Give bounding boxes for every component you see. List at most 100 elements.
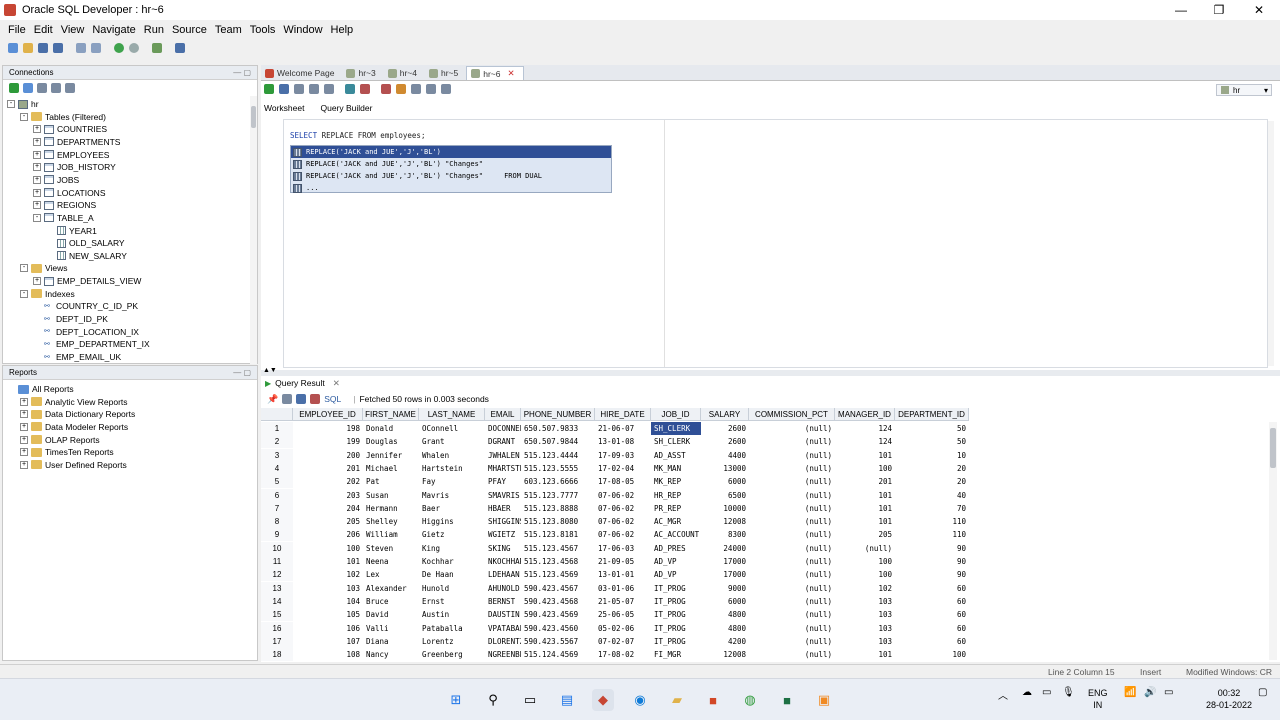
menu-file[interactable]: File	[4, 24, 30, 36]
expand-icon[interactable]: +	[33, 163, 41, 172]
battery-icon[interactable]: ▭	[1164, 687, 1173, 698]
grid-cell[interactable]: 90	[895, 555, 969, 568]
panel-controls-icon[interactable]: — ▢	[233, 68, 251, 77]
grid-cell[interactable]: (null)	[749, 515, 835, 528]
expand-icon[interactable]: +	[20, 435, 28, 444]
grid-cell[interactable]: DLORENTZ	[485, 635, 521, 648]
grid-cell[interactable]: 17-08-02	[595, 648, 651, 661]
menu-tools[interactable]: Tools	[246, 24, 280, 36]
grid-cell[interactable]: 07-06-02	[595, 515, 651, 528]
grid-cell[interactable]: 201	[293, 462, 363, 475]
tab-worksheet[interactable]: Worksheet	[264, 103, 304, 117]
grid-cell[interactable]: (null)	[749, 622, 835, 635]
collapse-icon[interactable]: -	[33, 213, 41, 222]
grid-cell[interactable]: SH_CLERK	[651, 435, 701, 448]
grid-cell[interactable]: 24000	[701, 542, 749, 555]
grid-cell[interactable]: 205	[835, 528, 895, 541]
grid-cell[interactable]: 103	[835, 635, 895, 648]
grid-cell[interactable]: Fay	[419, 475, 485, 488]
database-icon[interactable]	[175, 43, 185, 53]
expand-icon[interactable]: +	[20, 448, 28, 457]
grid-cell[interactable]: 03-01-06	[595, 582, 651, 595]
grid-cell[interactable]: Donald	[363, 422, 419, 435]
grid-cell[interactable]: 650.507.9844	[521, 435, 595, 448]
grid-cell[interactable]: AC_MGR	[651, 515, 701, 528]
grid-cell[interactable]: (null)	[749, 608, 835, 621]
grid-cell[interactable]: 90	[895, 542, 969, 555]
tree-item-job-history[interactable]: + JOB_HISTORY	[33, 161, 116, 173]
expand-icon[interactable]: +	[33, 150, 41, 159]
clear-icon[interactable]	[360, 84, 370, 94]
rollback-icon[interactable]	[309, 84, 319, 94]
grid-cell[interactable]: 17000	[701, 555, 749, 568]
grid-cell[interactable]: AD_VP	[651, 568, 701, 581]
grid-cell[interactable]: (null)	[749, 635, 835, 648]
grid-cell[interactable]: 07-02-07	[595, 635, 651, 648]
sql-worksheet-icon[interactable]	[152, 43, 162, 53]
autocomplete-item[interactable]: ...	[291, 182, 611, 194]
sql-developer-taskbar-icon[interactable]: ◆	[592, 689, 614, 711]
close-tab-icon[interactable]: ✕	[333, 378, 340, 389]
grid-cell[interactable]: 4800	[701, 622, 749, 635]
row-number[interactable]: 9	[261, 528, 293, 542]
tab-hr-4[interactable]: hr~4	[384, 66, 425, 80]
grid-cell[interactable]: 90	[895, 568, 969, 581]
language-indicator[interactable]: ENG IN	[1088, 687, 1108, 711]
column-header-salary[interactable]: SALARY	[701, 408, 749, 421]
grid-cell[interactable]: AC_ACCOUNT	[651, 528, 701, 541]
grid-cell[interactable]: FI_MGR	[651, 648, 701, 661]
grid-cell[interactable]: 100	[895, 648, 969, 661]
grid-cell[interactable]: Mavris	[419, 489, 485, 502]
grid-cell[interactable]: 60	[895, 608, 969, 621]
grid-cell[interactable]: (null)	[749, 648, 835, 661]
row-number[interactable]: 12	[261, 568, 293, 582]
run-script-icon[interactable]	[279, 84, 289, 94]
grid-cell[interactable]: 12008	[701, 648, 749, 661]
grid-cell[interactable]: 2600	[701, 435, 749, 448]
close-button[interactable]: ✕	[1240, 0, 1278, 20]
grid-cell[interactable]: Lex	[363, 568, 419, 581]
autocomplete-item[interactable]: REPLACE('JACK and JUE','J','BL')	[291, 146, 611, 158]
grid-cell[interactable]: 4800	[701, 608, 749, 621]
grid-cell[interactable]: 102	[293, 568, 363, 581]
tree-item-olap-reports[interactable]: + OLAP Reports	[20, 434, 100, 446]
tree-item-emp-department-ix[interactable]: ⚯ EMP_DEPARTMENT_IX	[33, 338, 150, 350]
grid-cell[interactable]: Higgins	[419, 515, 485, 528]
grid-cell[interactable]: 515.123.5555	[521, 462, 595, 475]
tab-query-builder[interactable]: Query Builder	[320, 103, 372, 117]
grid-cell[interactable]: (null)	[749, 568, 835, 581]
pin-icon[interactable]: 📌	[267, 394, 278, 405]
grid-cell[interactable]: 60	[895, 595, 969, 608]
grid-cell[interactable]: 104	[293, 595, 363, 608]
grid-cell[interactable]: 100	[835, 462, 895, 475]
start-icon[interactable]: ⊞	[445, 689, 467, 711]
tab-hr-5[interactable]: hr~5	[425, 66, 466, 80]
grid-cell[interactable]: Susan	[363, 489, 419, 502]
row-number[interactable]: 16	[261, 621, 293, 635]
grid-cell[interactable]: 590.423.4560	[521, 622, 595, 635]
grid-cell[interactable]: Pat	[363, 475, 419, 488]
save-icon[interactable]	[38, 43, 48, 53]
expand-icon[interactable]: +	[20, 460, 28, 469]
grid-cell[interactable]: (null)	[749, 542, 835, 555]
row-number[interactable]: 7	[261, 501, 293, 515]
row-number[interactable]: 13	[261, 581, 293, 595]
row-number[interactable]: 15	[261, 608, 293, 622]
grid-cell[interactable]: 17-06-03	[595, 542, 651, 555]
grid-cell[interactable]: 21-09-05	[595, 555, 651, 568]
expand-icon[interactable]: +	[20, 410, 28, 419]
microphone-icon[interactable]: 🎙	[1062, 687, 1075, 698]
minimize-button[interactable]: —	[1162, 0, 1200, 20]
grid-cell[interactable]: 07-06-02	[595, 502, 651, 515]
grid-cell[interactable]: (null)	[749, 422, 835, 435]
tree-item-views[interactable]: - Views	[20, 262, 68, 274]
grid-cell[interactable]: 13000	[701, 462, 749, 475]
tree-item-emp-email-uk[interactable]: ⚯ EMP_EMAIL_UK	[33, 351, 121, 363]
tree-item-timesten-reports[interactable]: + TimesTen Reports	[20, 446, 114, 458]
grid-cell[interactable]: Grant	[419, 435, 485, 448]
grid-cell[interactable]: DOCONNEL	[485, 422, 521, 435]
expand-icon[interactable]: +	[33, 188, 41, 197]
menu-edit[interactable]: Edit	[30, 24, 57, 36]
edge-icon[interactable]: ◉	[629, 689, 651, 711]
run-statement-icon[interactable]	[264, 84, 274, 94]
